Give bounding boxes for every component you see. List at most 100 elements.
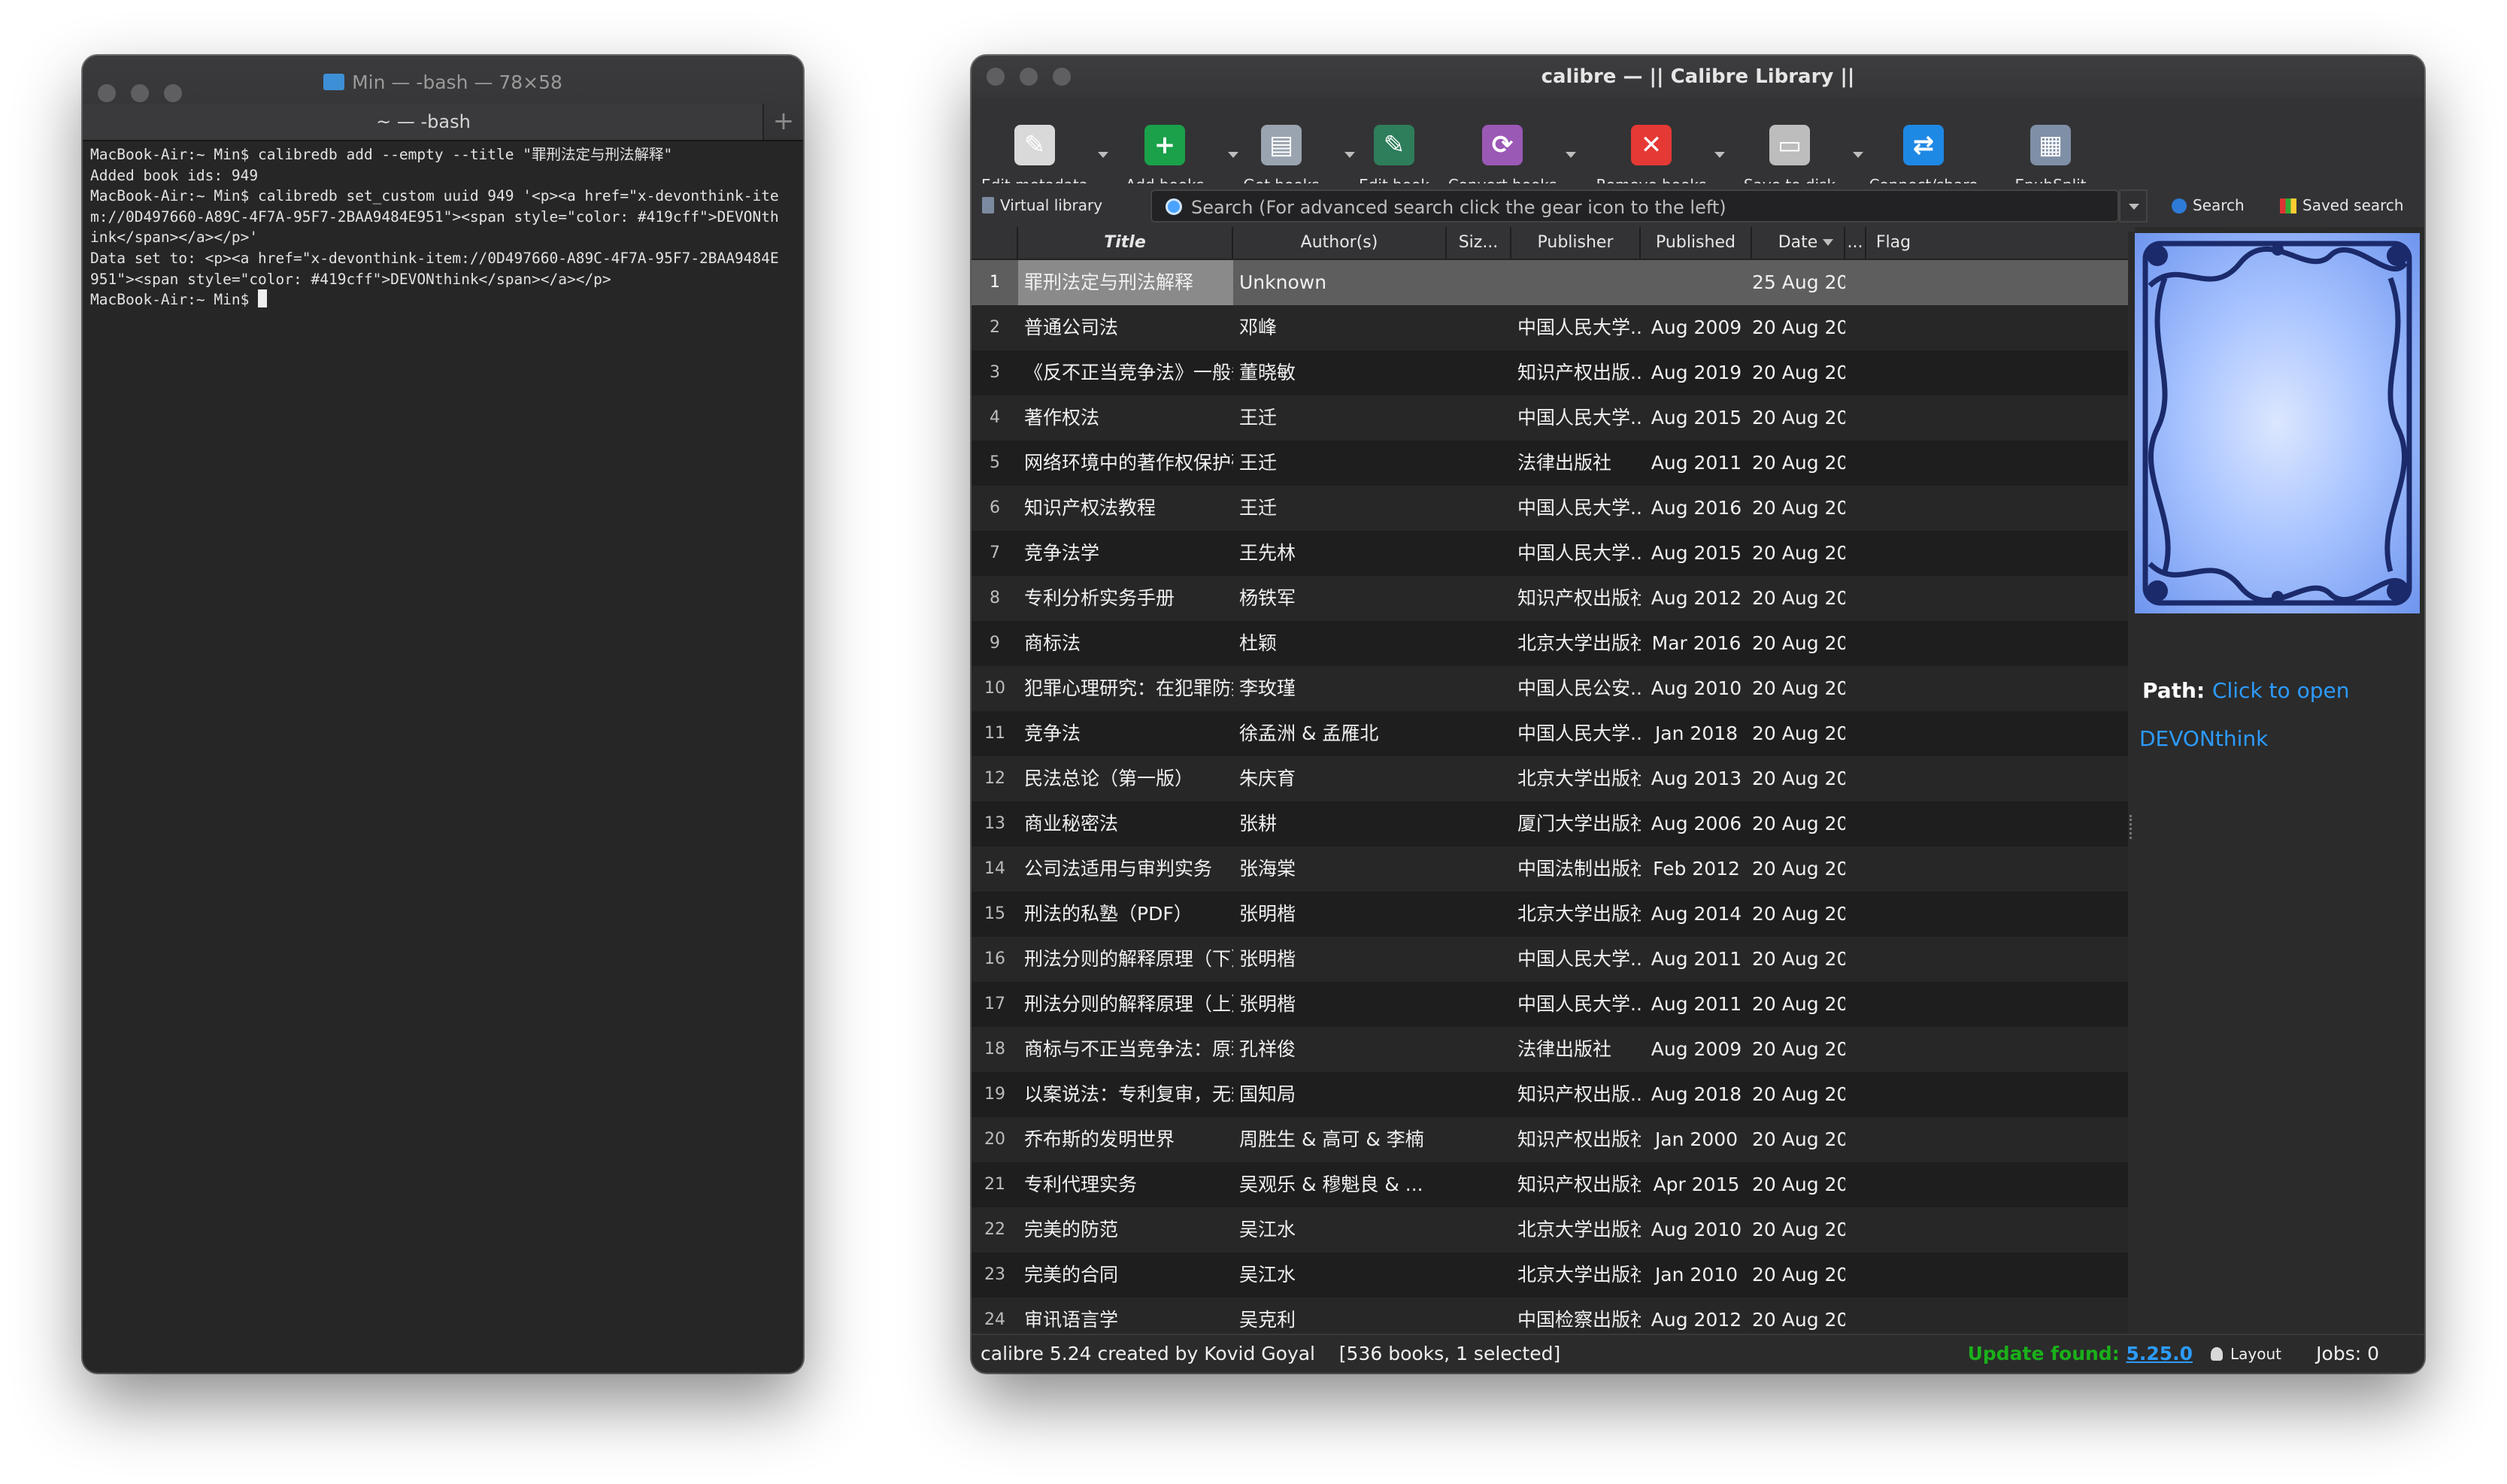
close-icon[interactable] [987,68,1005,86]
column-publisher[interactable]: Publisher [1511,227,1641,259]
minimize-icon[interactable] [1020,68,1038,86]
jobs-indicator[interactable]: Jobs: 0 [2316,1335,2379,1373]
search-input[interactable]: Search (For advanced search click the ge… [1150,189,2119,223]
book-publisher: 知识产权出版... [1517,362,1641,383]
book-list[interactable]: Title Author(s) Siz... Publisher Publish… [972,227,2128,1335]
folder-icon [323,74,345,90]
column-published[interactable]: Published [1641,227,1752,259]
row-number: 10 [984,679,1005,698]
new-tab-plus-icon[interactable]: + [762,104,803,140]
table-row[interactable]: 23 完美的合同 吴江水 北京大学出版社 Jan 2010 20 Aug 20... [972,1252,2128,1298]
book-date: 20 Aug 20... [1752,993,1845,1015]
zoom-icon[interactable] [1053,68,1071,86]
book-published: Aug 2012 [1651,1309,1742,1331]
table-row[interactable]: 11 竞争法 徐孟洲 & 孟雁北 中国人民大学... Jan 2018 20 Aug 20… [972,711,2128,756]
book-date: 20 Aug 20... [1752,1174,1845,1195]
book-authors: 张明楷 [1239,993,1296,1015]
book-authors: 王迁 [1239,407,1278,429]
click-to-open-link[interactable]: Click to open [2212,678,2350,703]
row-number: 20 [984,1130,1005,1149]
table-row[interactable]: 8 专利分析实务手册 杨铁军 知识产权出版社 Aug 2012 20 Aug 20... [972,576,2128,621]
book-title: 审讯语言学 [1024,1309,1119,1331]
book-publisher: 北京大学出版社 [1517,768,1641,789]
row-number: 14 [984,859,1005,878]
table-row[interactable]: 24 审讯语言学 吴克利 中国检察出版社 Aug 2012 20 Aug 20... [972,1298,2128,1335]
terminal-line: ink</span></a></p>' [90,229,259,247]
table-row[interactable]: 18 商标与不正当竞争法：原理和判例孔祥俊 法律出版社 Aug 2009 20 Aug … [972,1027,2128,1072]
book-date: 20 Aug 20... [1752,813,1845,834]
book-date: 20 Aug 20... [1752,1083,1845,1105]
update-notice: Update found: 5.25.0 [1967,1343,2193,1364]
book-title: 以案说法：专利复审，无效典型案例... [1024,1083,1233,1105]
remove-books-icon: ✕ [1631,125,1672,165]
row-number-header [972,227,1018,259]
table-row[interactable]: 3 《反不正当竞争法》一般条款的适用董晓敏 知识产权出版... Aug 2019 20 … [972,350,2128,395]
table-row[interactable]: 20 乔布斯的发明世界 周胜生 & 高可 & 李楠 知识产权出版社 Jan 2000 20… [972,1117,2128,1162]
book-published: Aug 2014 [1651,903,1742,925]
row-number: 16 [984,949,1005,968]
table-row[interactable]: 16 刑法分则的解释原理（下） 张明楷 中国人民大学... Aug 2011 20 Aug… [972,937,2128,982]
table-row[interactable]: 4 著作权法 王迁 中国人民大学... Aug 2015 20 Aug 20... [972,395,2128,441]
table-row[interactable]: 9 商标法 杜颖 北京大学出版社 Mar 2016 20 Aug 20... [972,621,2128,666]
dropdown-arrow-icon[interactable] [1714,152,1725,158]
row-number: 13 [984,814,1005,833]
column-authors[interactable]: Author(s) [1233,227,1447,259]
terminal-title: Min — -bash — 78×58 [83,66,803,99]
terminal-tab[interactable]: ~ — -bash [83,104,764,140]
book-published: Jan 2018 [1654,722,1739,744]
virtual-library-button[interactable]: Virtual library [982,192,1102,218]
table-row[interactable]: 13 商业秘密法 张耕 厦门大学出版社 Aug 2006 20 Aug 20... [972,801,2128,846]
table-row[interactable]: 7 竞争法学 王先林 中国人民大学... Aug 2015 20 Aug 20... [972,531,2128,576]
book-list-header: Title Author(s) Siz... Publisher Publish… [972,227,2128,260]
table-row[interactable]: 12 民法总论（第一版） 朱庆育 北京大学出版社 Aug 2013 20 Aug 20..… [972,756,2128,801]
table-row[interactable]: 21 专利代理实务 吴观乐 & 穆魁良 & ... 知识产权出版社 Apr 2015 20… [972,1162,2128,1207]
column-flag[interactable]: Flag [1866,227,1920,259]
search-history-dropdown[interactable] [2119,189,2148,223]
book-authors: 杨铁军 [1239,587,1296,609]
dropdown-arrow-icon[interactable] [1566,152,1576,158]
book-cover[interactable] [2135,233,2420,613]
table-row[interactable]: 2 普通公司法 邓峰 中国人民大学... Aug 2009 20 Aug 20... [972,305,2128,350]
book-published: Aug 2011 [1651,452,1742,474]
book-publisher: 中国人民大学... [1517,407,1641,429]
saved-search-button[interactable]: Saved search [2280,192,2404,218]
splitter-handle[interactable] [2130,815,2135,839]
table-row[interactable]: 15 刑法的私塾（PDF） 张明楷 北京大学出版社 Aug 2014 20 Aug 20.… [972,892,2128,937]
book-title: 竞争法 [1024,722,1081,744]
devonthink-link[interactable]: DEVONthink [2139,726,2268,751]
column-title[interactable]: Title [1018,227,1233,259]
column-date[interactable]: Date [1752,227,1845,259]
book-authors: 徐孟洲 & 孟雁北 [1239,722,1379,744]
table-row[interactable]: 22 完美的防范 吴江水 北京大学出版社 Aug 2010 20 Aug 20... [972,1207,2128,1252]
row-number: 18 [984,1040,1005,1058]
book-date: 20 Aug 20... [1752,1264,1845,1286]
terminal-output[interactable]: MacBook-Air:~ Min$ calibredb add --empty… [90,144,796,1373]
update-version-link[interactable]: 5.25.0 [2126,1343,2193,1364]
gear-icon[interactable] [1166,198,1182,215]
window-controls[interactable] [987,68,1071,86]
dropdown-arrow-icon[interactable] [1098,152,1108,158]
book-title: 著作权法 [1024,407,1100,429]
table-row[interactable]: 1 罪刑法定与刑法解释 Unknown 25 Aug 20... [972,260,2128,305]
book-authors: 邓峰 [1239,316,1278,338]
table-row[interactable]: 17 刑法分则的解释原理（上） 张明楷 中国人民大学... Aug 2011 20 Aug… [972,982,2128,1027]
table-row[interactable]: 5 网络环境中的著作权保护研究王迁 法律出版社 Aug 2011 20 Aug 20..… [972,441,2128,486]
window-title: calibre — || Calibre Library || [1541,65,1855,88]
terminal-line: 951"><span style="color: #419cff">DEVONt… [90,270,611,288]
book-published [1641,260,1752,305]
book-date: 20 Aug 20... [1752,768,1845,789]
table-row[interactable]: 6 知识产权法教程 王迁 中国人民大学... Aug 2016 20 Aug 20... [972,486,2128,531]
row-number: 1 [990,273,1000,292]
table-row[interactable]: 10 犯罪心理研究：在犯罪防控中的作用李玫瑾 中国人民公安... Aug 2010 20… [972,666,2128,711]
book-published: Aug 2010 [1651,677,1742,699]
table-row[interactable]: 14 公司法适用与审判实务 张海棠 中国法制出版社 Feb 2012 20 Aug 20.… [972,846,2128,892]
column-size[interactable]: Siz... [1447,227,1511,259]
column-more[interactable]: ... [1845,227,1866,259]
terminal-prompt-line: MacBook-Air:~ Min$ [90,289,796,310]
terminal-line: MacBook-Air:~ Min$ calibredb set_custom … [90,187,779,205]
search-button[interactable]: Search [2172,192,2245,218]
table-row[interactable]: 19 以案说法：专利复审，无效典型案例... 国知局 知识产权出版... Aug 201… [972,1072,2128,1117]
terminal-titlebar: Min — -bash — 78×58 ~ — -bash + [83,56,803,141]
dropdown-arrow-icon[interactable] [1853,152,1863,158]
layout-button[interactable]: Layout [2211,1335,2281,1373]
